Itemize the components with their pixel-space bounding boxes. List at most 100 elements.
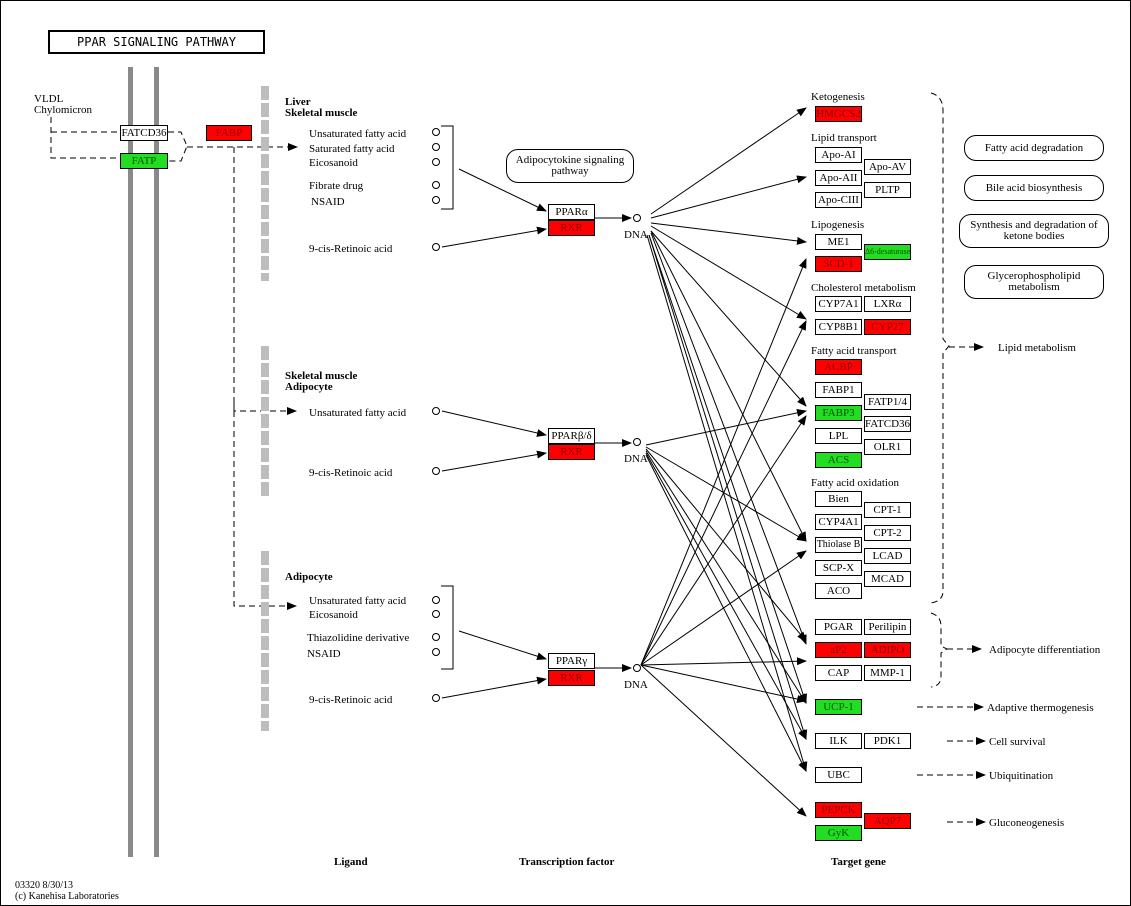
activation-edge <box>441 410 547 437</box>
expression-edge <box>650 225 807 320</box>
expression-edge <box>645 408 807 446</box>
gene-fatcd36[interactable]: FATCD36 <box>120 125 168 141</box>
gene-ppar-delta[interactable]: PPARβ/δ <box>548 428 595 444</box>
gene-apo-ciii[interactable]: Apo-CIII <box>815 192 862 208</box>
gene-lxr-alpha[interactable]: LXRα <box>864 296 911 312</box>
gene-rxr[interactable]: RXR <box>548 444 595 460</box>
gene-cyp8b1[interactable]: CYP8B1 <box>815 319 862 335</box>
cell-boundary <box>261 346 269 498</box>
compound-node[interactable] <box>432 610 440 618</box>
gene-ucp1[interactable]: UCP-1 <box>815 699 862 715</box>
gene-acs[interactable]: ACS <box>815 452 862 468</box>
gene-aqp7[interactable]: AQP7 <box>864 813 911 829</box>
link-fatty-acid-degradation[interactable]: Fatty acid degradation <box>964 135 1104 161</box>
gene-apo-av[interactable]: Apo-AV <box>864 159 911 175</box>
link-ketone-bodies[interactable]: Synthesis and degradation of ketone bodi… <box>959 214 1109 248</box>
gene-ilk[interactable]: ILK <box>815 733 862 749</box>
gene-rxr[interactable]: RXR <box>548 220 595 236</box>
gene-cpt2[interactable]: CPT-2 <box>864 525 911 541</box>
gene-bien[interactable]: Bien <box>815 491 862 507</box>
gene-thiolase-b[interactable]: Thiolase B <box>815 537 862 553</box>
ligand-label: Eicosanoid <box>309 157 358 169</box>
gene-fabp1[interactable]: FABP1 <box>815 382 862 398</box>
ligand-label: NSAID <box>311 196 345 208</box>
page-title: PPAR SIGNALING PATHWAY <box>48 30 265 54</box>
compound-node[interactable] <box>432 407 440 415</box>
gene-ubc[interactable]: UBC <box>815 767 862 783</box>
gene-acbp[interactable]: ACBP <box>815 359 862 375</box>
gene-perilipin[interactable]: Perilipin <box>864 619 911 635</box>
gene-aco[interactable]: ACO <box>815 583 862 599</box>
gene-scd1[interactable]: SCD-1 <box>815 256 862 272</box>
gene-apo-ai[interactable]: Apo-AI <box>815 147 862 163</box>
compound-node[interactable] <box>432 694 440 702</box>
dna-node[interactable] <box>633 214 641 222</box>
gene-fatcd36[interactable]: FATCD36 <box>864 416 911 432</box>
gene-ap2[interactable]: aP2 <box>815 642 862 658</box>
gene-hmgcs2[interactable]: HMGCS2 <box>815 106 862 122</box>
link-bile-acid-biosynthesis[interactable]: Bile acid biosynthesis <box>964 175 1104 201</box>
gene-mmp1[interactable]: MMP-1 <box>864 665 911 681</box>
ligand-label: Unsaturated fatty acid <box>309 407 407 419</box>
gene-pltp[interactable]: PLTP <box>864 182 911 198</box>
outcome-label: Cell survival <box>989 736 1046 748</box>
gene-rxr[interactable]: RXR <box>548 670 595 686</box>
gene-fatp[interactable]: FATP <box>120 153 168 169</box>
dna-node[interactable] <box>633 664 641 672</box>
gene-lcad[interactable]: LCAD <box>864 548 911 564</box>
ligand-bracket <box>441 125 454 210</box>
gene-pgar[interactable]: PGAR <box>815 619 862 635</box>
compound-node[interactable] <box>432 196 440 204</box>
compound-node[interactable] <box>432 143 440 151</box>
gene-cyp4a1[interactable]: CYP4A1 <box>815 514 862 530</box>
gene-pdk1[interactable]: PDK1 <box>864 733 911 749</box>
gene-adipo[interactable]: ADIPO <box>864 642 911 658</box>
gene-gyk[interactable]: GyK <box>815 825 862 841</box>
link-glycerophospholipid[interactable]: Glycerophospholipid metabolism <box>964 265 1104 299</box>
gene-olr1[interactable]: OLR1 <box>864 439 911 455</box>
activation-edge <box>441 676 547 699</box>
compound-node[interactable] <box>432 128 440 136</box>
gene-cap[interactable]: CAP <box>815 665 862 681</box>
group-label: Fatty acid transport <box>811 345 897 357</box>
compound-node[interactable] <box>432 596 440 604</box>
gene-apo-aii[interactable]: Apo-AII <box>815 170 862 186</box>
gene-scp-x[interactable]: SCP-X <box>815 560 862 576</box>
gene-cyp7a1[interactable]: CYP7A1 <box>815 296 862 312</box>
gene-fabp[interactable]: FABP <box>206 125 252 141</box>
ligand-label: Thiazolidine derivative <box>307 632 410 644</box>
group-label: Lipogenesis <box>811 219 865 231</box>
gene-me1[interactable]: ME1 <box>815 234 862 250</box>
activation-edge <box>441 226 547 248</box>
dna-label: DNA <box>624 679 648 691</box>
compound-node[interactable] <box>432 633 440 641</box>
gene-fabp3[interactable]: FABP3 <box>815 405 862 421</box>
link-adipocytokine[interactable]: Adipocytokine signaling pathway <box>506 149 634 183</box>
gene-pepck[interactable]: PEPCK <box>815 802 862 818</box>
gene-cyp27[interactable]: CYP27 <box>864 319 911 335</box>
compound-node[interactable] <box>432 181 440 189</box>
gene-ppar-alpha[interactable]: PPARα <box>548 204 595 220</box>
footer-copyright: (c) Kanehisa Laboratories <box>15 891 119 902</box>
gene-mcad[interactable]: MCAD <box>864 571 911 587</box>
ligand-label: Saturated fatty acid <box>309 143 395 155</box>
group-label: Ketogenesis <box>811 91 865 103</box>
group-label: Fatty acid oxidation <box>811 477 899 489</box>
compound-node[interactable] <box>432 648 440 656</box>
expression-edge <box>650 230 807 407</box>
source-label: Chylomicron <box>34 104 93 116</box>
gene-cpt1[interactable]: CPT-1 <box>864 502 911 518</box>
compound-node[interactable] <box>432 467 440 475</box>
gene-fatp14[interactable]: FATP1/4 <box>864 394 911 410</box>
compound-node[interactable] <box>432 158 440 166</box>
ligand-label: Fibrate drug <box>309 180 364 192</box>
ligand-label: Eicosanoid <box>309 609 358 621</box>
gene-ppar-gamma[interactable]: PPARγ <box>548 653 595 669</box>
gene-d6-desaturase[interactable]: Δ6-desaturase <box>864 244 911 260</box>
tissue-label: Skeletal muscle <box>285 107 358 119</box>
compound-node[interactable] <box>432 243 440 251</box>
dna-node[interactable] <box>633 438 641 446</box>
column-label-ligand: Ligand <box>334 856 368 868</box>
gene-lpl[interactable]: LPL <box>815 428 862 444</box>
group-label: Cholesterol metabolism <box>811 282 916 294</box>
